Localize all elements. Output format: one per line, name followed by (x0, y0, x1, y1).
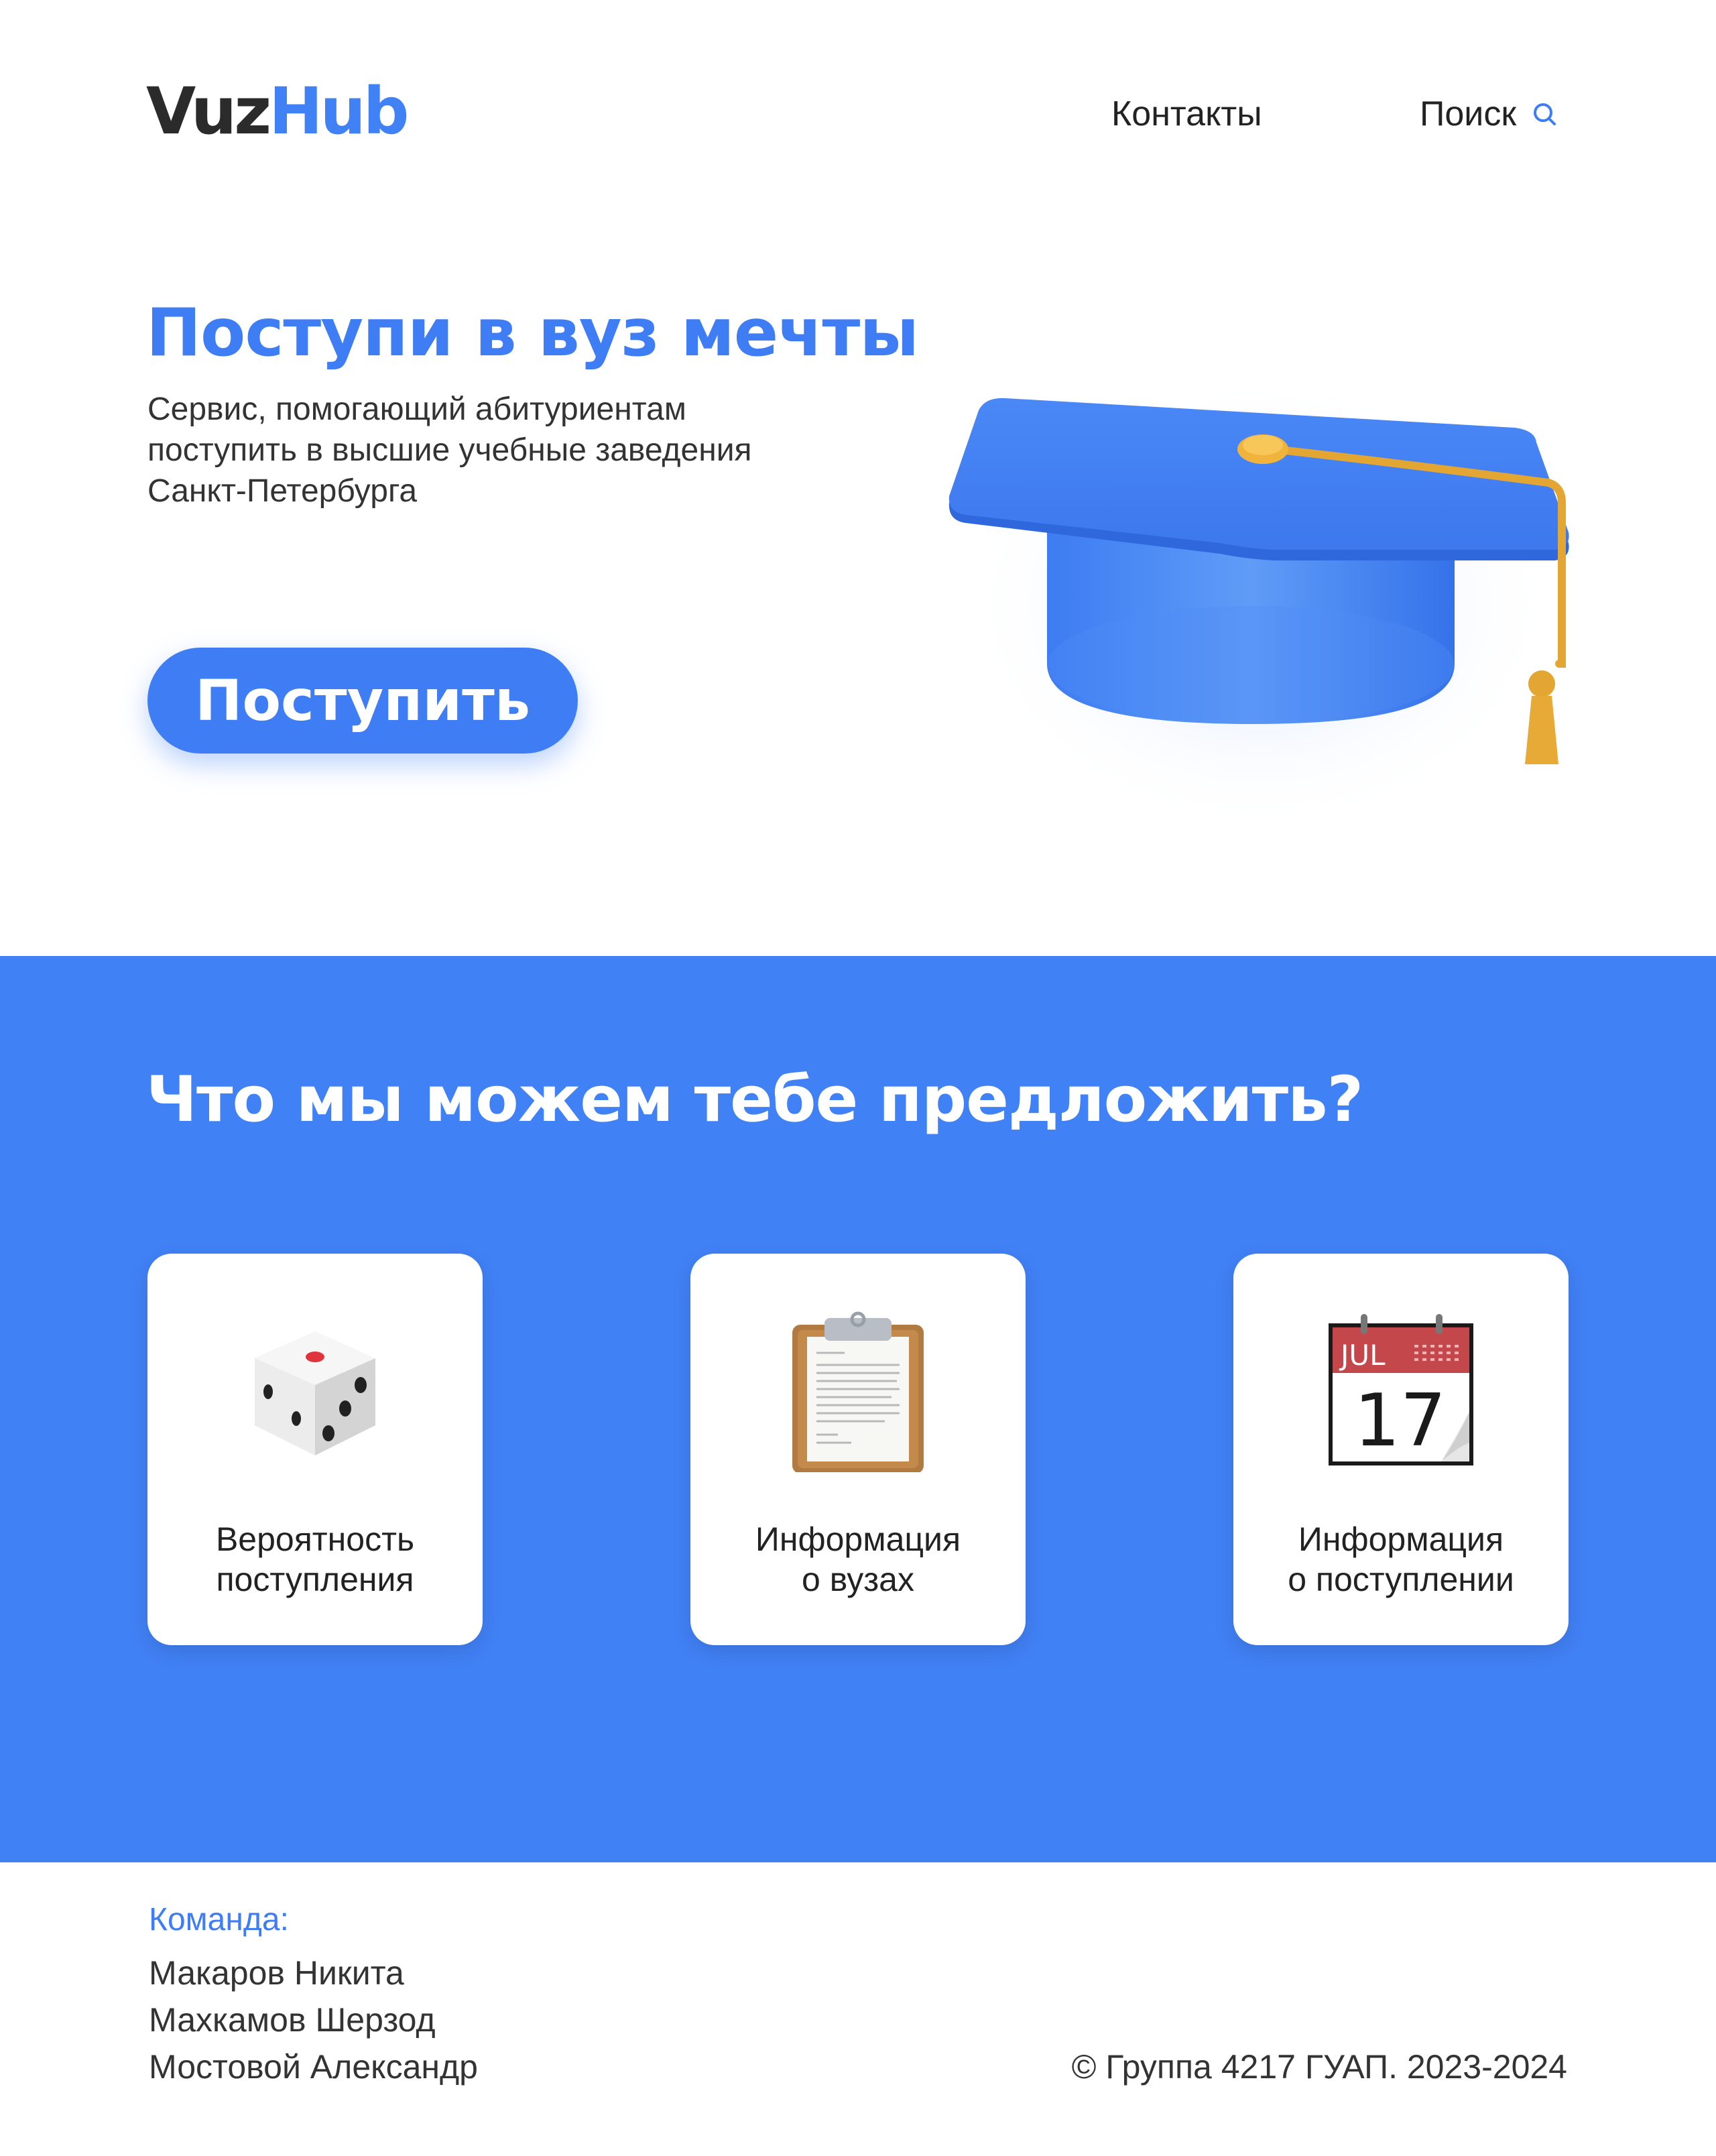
card-label-line: о вузах (802, 1561, 914, 1598)
offers-section: Что мы можем тебе предложить? Вероятност… (0, 956, 1716, 1862)
copyright: © Группа 4217 ГУАП. 2023-2024 (1071, 2048, 1567, 2086)
calendar-day: 17 (1354, 1379, 1446, 1463)
nav-contacts-link[interactable]: Контакты (1111, 94, 1262, 134)
nav-search-link[interactable]: Поиск (1420, 94, 1558, 134)
team-member: Макаров Никита (149, 1954, 404, 1992)
calendar-month: JUL (1339, 1339, 1386, 1372)
logo[interactable]: VuzHub (146, 79, 410, 143)
card-label: Информация о поступлении (1233, 1519, 1569, 1600)
logo-text-hub: Hub (269, 74, 409, 149)
card-university-info[interactable]: Информация о вузах (690, 1254, 1026, 1645)
graduation-cap-icon (948, 375, 1569, 831)
calendar-icon: JUL 17 (1329, 1314, 1473, 1465)
card-label: Вероятность поступления (147, 1519, 483, 1600)
clipboard-icon (792, 1311, 924, 1472)
team-heading: Команда: (149, 1902, 289, 1937)
nav-search-label: Поиск (1420, 95, 1517, 133)
card-label-line: Вероятность (215, 1520, 415, 1558)
card-label-line: о поступлении (1288, 1561, 1514, 1598)
card-label-line: поступления (216, 1561, 414, 1598)
offers-title: Что мы можем тебе предложить? (146, 1063, 1363, 1136)
card-admission-info[interactable]: JUL 17 Информация о поступлении (1233, 1254, 1569, 1645)
site-header: VuzHub Контакты Поиск (0, 0, 1716, 228)
card-label-line: Информация (755, 1520, 961, 1558)
hero-title: Поступи в вуз мечты (146, 295, 919, 371)
search-icon (1534, 103, 1556, 125)
team-member: Махкамов Шерзод (149, 2001, 436, 2039)
apply-button[interactable]: Поступить (147, 648, 578, 754)
card-admission-probability[interactable]: Вероятность поступления (147, 1254, 483, 1645)
dice-icon (255, 1331, 375, 1455)
logo-text-vuz: Vuz (146, 74, 271, 149)
card-label-line: Информация (1298, 1520, 1504, 1558)
team-member: Мостовой Александр (149, 2048, 478, 2086)
card-label: Информация о вузах (690, 1519, 1026, 1600)
hero-subtitle: Сервис, помогающий абитуриентам поступит… (147, 392, 752, 509)
